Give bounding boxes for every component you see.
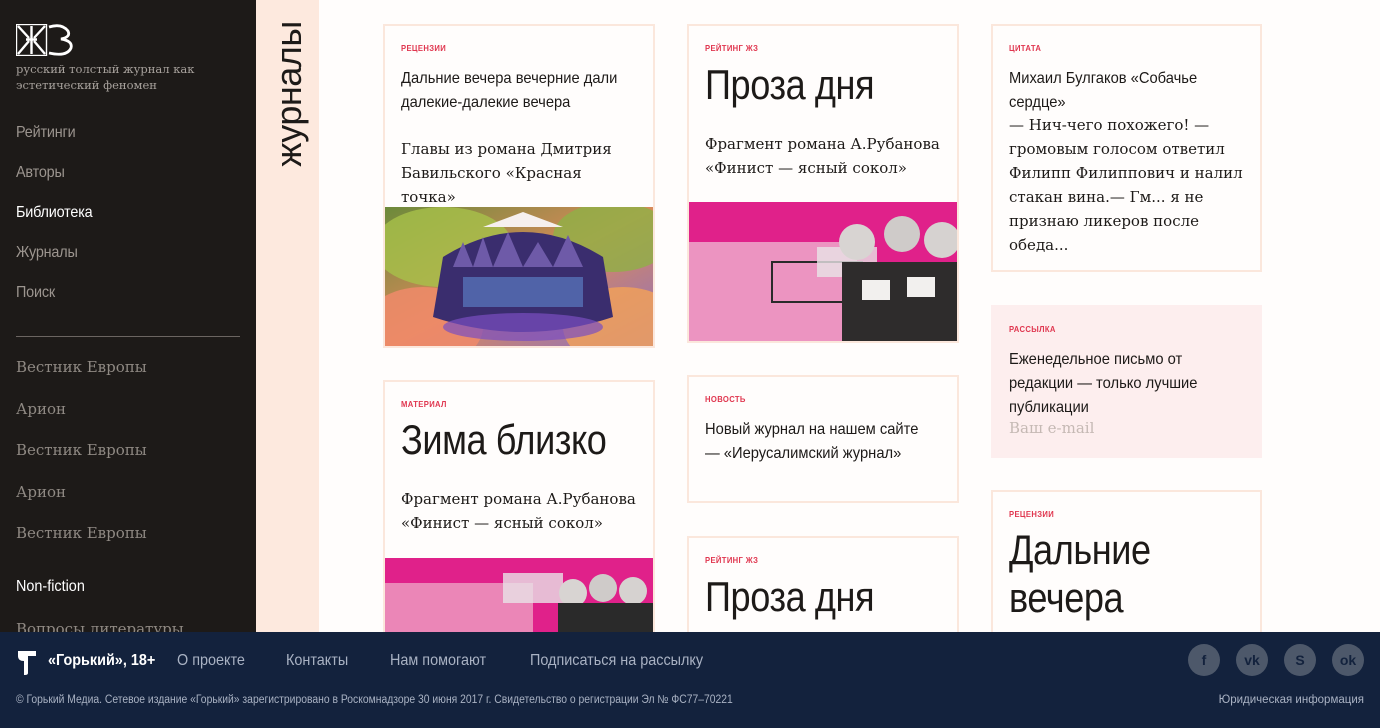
facebook-icon[interactable]: f: [1188, 644, 1220, 676]
legal-info-link[interactable]: Юридическая информация: [1219, 694, 1364, 706]
card-illustration: [385, 558, 653, 638]
article-card[interactable]: РЕЦЕНЗИИ Дальние вечера: [991, 490, 1262, 640]
journal-link[interactable]: Вестник Европы: [16, 439, 147, 481]
sidebar-divider: [16, 336, 240, 337]
footer-brand[interactable]: «Горький», 18+: [48, 652, 155, 670]
card-title[interactable]: Зима близко: [401, 416, 609, 464]
quote-text: — Нич-чего похожего! — громовым голосом …: [1009, 116, 1243, 254]
journal-link[interactable]: Арион: [16, 481, 147, 523]
copyright-text: © Горький Медиа. Сетевое издание «Горьки…: [16, 694, 733, 706]
card-tag: РЕЦЕНЗИИ: [1009, 509, 1055, 519]
card-title[interactable]: Новый журнал на нашем сайте — «Иерусалим…: [705, 418, 924, 466]
article-card[interactable]: РЕЦЕНЗИИ Дальние вечера вечерние дали да…: [383, 24, 655, 348]
card-title: Еженедельное письмо от редакции — только…: [1009, 351, 1198, 416]
journal-link[interactable]: Вестник Европы: [16, 356, 147, 398]
card-title[interactable]: Михаил Булгаков «Собачье сердце»: [1009, 67, 1227, 115]
main-nav: Рейтинги Авторы Библиотека Журналы Поиск: [16, 122, 101, 322]
nav-ratings[interactable]: Рейтинги: [16, 122, 93, 162]
footer-link-about[interactable]: О проекте: [177, 652, 245, 670]
journal-link[interactable]: Вестник Европы: [16, 522, 147, 564]
site-tagline: русский толстый журнал как эстетический …: [16, 62, 195, 92]
card-tag: РЕЙТИНГ ЖЗ: [705, 555, 759, 565]
card-title[interactable]: Дальние вечера: [1009, 526, 1216, 622]
card-tag: РЕЦЕНЗИИ: [401, 43, 447, 53]
social-links: f vk S ok: [1172, 644, 1364, 676]
nav-library[interactable]: Библиотека: [16, 202, 93, 242]
news-card[interactable]: НОВОСТЬ Новый журнал на нашем сайте — «И…: [687, 375, 959, 503]
card-tag: РЕЙТИНГ ЖЗ: [705, 43, 759, 53]
vk-icon[interactable]: vk: [1236, 644, 1268, 676]
article-card[interactable]: РЕЙТИНГ ЖЗ Проза дня Фрагмент романа А.Р…: [687, 24, 959, 343]
sidebar: русский толстый журнал как эстетический …: [0, 0, 256, 632]
quote-card[interactable]: ЦИТАТА Михаил Булгаков «Собачье сердце» …: [991, 24, 1262, 272]
card-tag: ЦИТАТА: [1009, 43, 1042, 53]
footer-link-subscribe[interactable]: Подписаться на рассылку: [530, 652, 703, 670]
journal-link[interactable]: Вопросы литературы: [16, 620, 184, 632]
article-card[interactable]: РЕЙТИНГ ЖЗ Проза дня: [687, 536, 959, 640]
card-tag: НОВОСТЬ: [705, 394, 746, 404]
odnoklassniki-icon[interactable]: ok: [1332, 644, 1364, 676]
card-tag: РАССЫЛКА: [1009, 324, 1056, 334]
journal-list: Вестник Европы Арион Вестник Европы Арио…: [16, 356, 147, 564]
nav-authors[interactable]: Авторы: [16, 162, 93, 202]
nav-search[interactable]: Поиск: [16, 282, 93, 322]
email-input[interactable]: Ваш e-mail: [1009, 419, 1094, 437]
footer-links: О проекте Контакты Нам помогают Подписат…: [177, 652, 757, 670]
gorky-logo-icon[interactable]: [16, 648, 38, 676]
site-footer: «Горький», 18+ О проекте Контакты Нам по…: [0, 632, 1380, 728]
footer-link-contacts[interactable]: Контакты: [286, 652, 348, 670]
card-title[interactable]: Дальние вечера вечерние дали далекие-дал…: [401, 67, 620, 115]
site-logo[interactable]: [16, 24, 74, 56]
section-title: журналы: [268, 21, 309, 167]
footer-link-supporters[interactable]: Нам помогают: [390, 652, 486, 670]
card-tag: МАТЕРИАЛ: [401, 399, 447, 409]
newsletter-card: РАССЫЛКА Еженедельное письмо от редакции…: [991, 305, 1262, 458]
card-text: Фрагмент романа А.Рубанова «Финист — ясн…: [401, 490, 636, 532]
card-illustration: [689, 202, 957, 341]
card-title[interactable]: Проза дня: [705, 61, 913, 109]
card-text: Главы из романа Дмитрия Бавильского «Кра…: [401, 140, 612, 206]
card-text: Фрагмент романа А.Рубанова «Финист — ясн…: [705, 135, 940, 177]
nav-nonfiction[interactable]: Non-fiction: [16, 578, 85, 596]
nav-journals[interactable]: Журналы: [16, 242, 93, 282]
card-title[interactable]: Проза дня: [705, 573, 913, 621]
zen-icon[interactable]: S: [1284, 644, 1316, 676]
card-illustration: [385, 207, 653, 346]
journal-link[interactable]: Арион: [16, 398, 147, 440]
article-card[interactable]: МАТЕРИАЛ Зима близко Фрагмент романа А.Р…: [383, 380, 655, 640]
section-strip: журналы: [256, 0, 319, 632]
